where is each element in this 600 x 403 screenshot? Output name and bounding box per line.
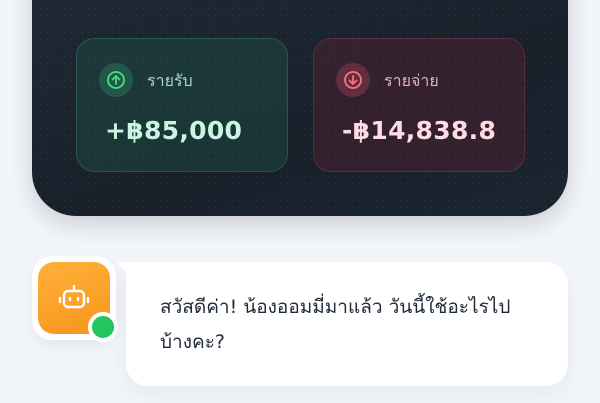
expense-tile[interactable]: รายจ่าย -฿14,838.8 [313, 38, 525, 172]
income-label: รายรับ [147, 71, 193, 90]
income-tile[interactable]: รายรับ +฿85,000 [76, 38, 288, 172]
arrow-down-circle-icon [336, 63, 370, 97]
assistant-avatar[interactable] [32, 256, 118, 342]
assistant-message-text: สวัสดีค่า! น้องออมมี่มาแล้ว วันนี้ใช้อะไ… [160, 296, 511, 353]
summary-card: รายรับ +฿85,000 รายจ่าย -฿14,838.8 [32, 0, 568, 216]
income-value: +฿85,000 [105, 116, 243, 145]
expense-label: รายจ่าย [384, 71, 439, 90]
online-status-dot [88, 312, 118, 342]
expense-value: -฿14,838.8 [342, 116, 497, 145]
assistant-message-bubble: สวัสดีค่า! น้องออมมี่มาแล้ว วันนี้ใช้อะไ… [116, 262, 568, 386]
arrow-up-circle-icon [99, 63, 133, 97]
